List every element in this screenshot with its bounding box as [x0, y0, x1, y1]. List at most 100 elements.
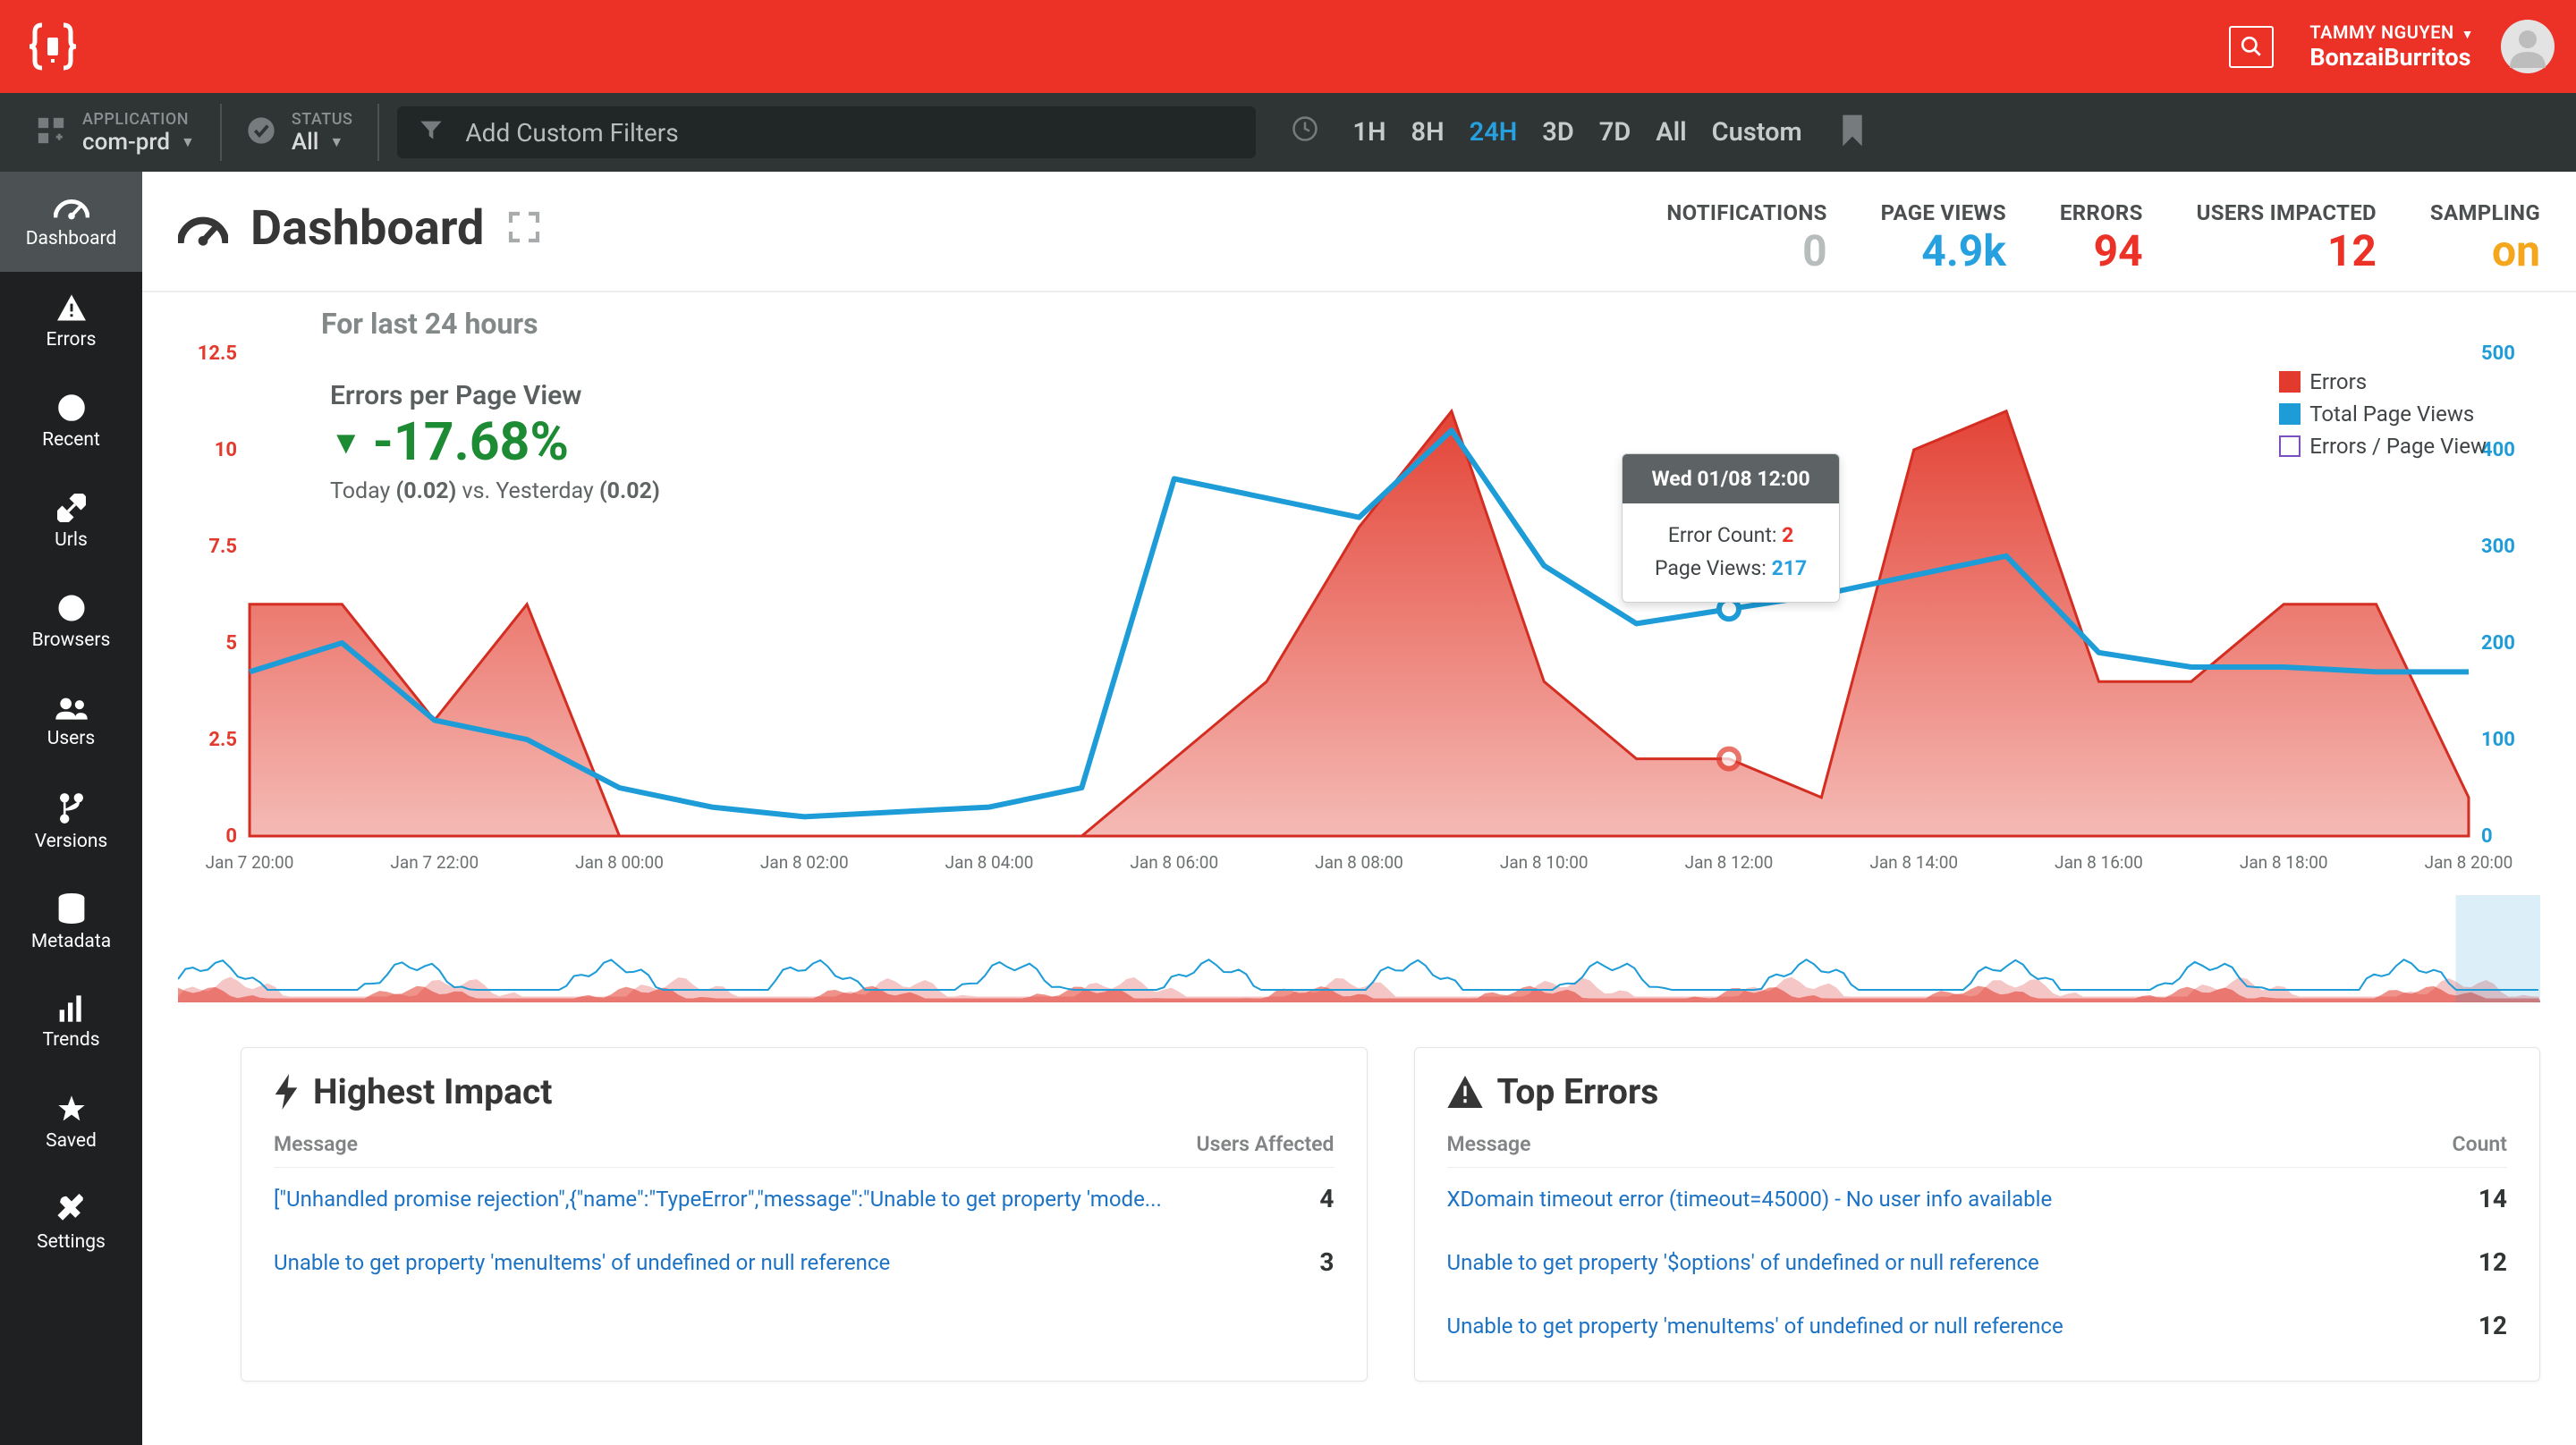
error-message-link[interactable]: Unable to get property 'menuItems' of un… — [1447, 1311, 2479, 1342]
user-menu[interactable]: TAMMY NGUYEN▼ BonzaiBurritos — [2309, 21, 2474, 72]
panel-title: Top Errors — [1497, 1071, 1659, 1112]
svg-text:100: 100 — [2481, 729, 2515, 751]
svg-text:Jan 8 06:00: Jan 8 06:00 — [1130, 852, 1218, 873]
users-icon — [55, 696, 89, 721]
svg-text:Jan 8 14:00: Jan 8 14:00 — [1869, 852, 1958, 873]
sidebar-item-trends[interactable]: Trends — [0, 973, 142, 1073]
warning-icon — [1447, 1076, 1483, 1108]
svg-text:0: 0 — [2481, 825, 2493, 848]
brush-chart[interactable] — [178, 895, 2540, 1002]
kpi-label: NOTIFICATIONS — [1666, 200, 1826, 225]
sidebar: Dashboard Errors Recent Urls Browsers Us… — [0, 172, 142, 1445]
range-8h[interactable]: 8H — [1411, 117, 1445, 148]
status-label: STATUS — [292, 110, 353, 129]
kpi-label: ERRORS — [2060, 200, 2143, 225]
sidebar-item-browsers[interactable]: Browsers — [0, 572, 142, 672]
kpi-page-views[interactable]: PAGE VIEWS 4.9k — [1881, 200, 2006, 276]
kpi-label: PAGE VIEWS — [1881, 200, 2006, 225]
sidebar-item-label: Versions — [35, 831, 108, 852]
expand-icon — [506, 209, 542, 245]
svg-text:Jan 8 12:00: Jan 8 12:00 — [1685, 852, 1774, 873]
range-24h[interactable]: 24H — [1470, 117, 1518, 148]
search-button[interactable] — [2229, 26, 2274, 68]
sidebar-item-settings[interactable]: Settings — [0, 1173, 142, 1273]
svg-text:5: 5 — [225, 632, 237, 655]
avatar[interactable] — [2501, 20, 2555, 73]
status-selector[interactable]: STATUS All ▼ — [222, 93, 378, 172]
search-icon — [2240, 35, 2263, 58]
status-value: All — [292, 129, 319, 156]
time-range-selector: 1H 8H 24H 3D 7D All Custom — [1274, 115, 1819, 149]
error-message-link[interactable]: Unable to get property '$options' of und… — [1447, 1247, 2479, 1279]
branch-icon — [60, 793, 83, 824]
custom-filter-placeholder: Add Custom Filters — [465, 118, 678, 148]
sidebar-item-label: Dashboard — [26, 228, 117, 249]
bookmark-button[interactable] — [1838, 113, 1867, 152]
sidebar-item-recent[interactable]: Recent — [0, 372, 142, 472]
sidebar-item-label: Users — [47, 728, 96, 749]
sidebar-item-users[interactable]: Users — [0, 672, 142, 773]
kpi-errors[interactable]: ERRORS 94 — [2060, 200, 2143, 276]
kpi-sampling[interactable]: SAMPLING on — [2430, 200, 2540, 276]
range-custom[interactable]: Custom — [1712, 117, 1802, 148]
chart-overlay-card: Errors per Page View ▼-17.68% Today (0.0… — [330, 380, 696, 504]
sidebar-item-errors[interactable]: Errors — [0, 272, 142, 372]
caret-down-icon: ▼ — [330, 424, 362, 461]
gauge-icon — [178, 210, 228, 248]
filter-icon — [419, 117, 444, 148]
kpi-label: SAMPLING — [2430, 200, 2540, 225]
sidebar-item-versions[interactable]: Versions — [0, 773, 142, 873]
panel-top-errors: Top Errors MessageCount XDomain timeout … — [1414, 1047, 2541, 1382]
error-message-link[interactable]: XDomain timeout error (timeout=45000) - … — [1447, 1184, 2479, 1215]
clock-icon — [1292, 115, 1318, 149]
bolt-icon — [274, 1074, 299, 1110]
col-message: Message — [274, 1132, 1197, 1156]
sidebar-item-urls[interactable]: Urls — [0, 472, 142, 572]
kpi-notifications[interactable]: NOTIFICATIONS 0 — [1666, 200, 1826, 276]
chevron-down-icon: ▼ — [329, 133, 343, 151]
org-label: BonzaiBurritos — [2309, 43, 2474, 72]
svg-text:200: 200 — [2481, 632, 2515, 655]
svg-text:Jan 8 18:00: Jan 8 18:00 — [2240, 852, 2328, 873]
page-title: Dashboard — [250, 200, 484, 257]
app-selector[interactable]: APPLICATION com-prd▼ — [11, 93, 220, 172]
range-3d[interactable]: 3D — [1542, 117, 1573, 148]
table-row: ["Unhandled promise rejection",{"name":"… — [274, 1168, 1335, 1231]
legend-pageviews: Total Page Views — [2309, 401, 2474, 427]
col-users-affected: Users Affected — [1197, 1132, 1335, 1156]
row-count: 14 — [2479, 1184, 2507, 1213]
svg-text:Jan 7 22:00: Jan 7 22:00 — [390, 852, 479, 873]
globe-icon — [57, 594, 86, 622]
range-7d[interactable]: 7D — [1599, 117, 1631, 148]
sidebar-item-metadata[interactable]: Metadata — [0, 873, 142, 973]
svg-text:Jan 8 08:00: Jan 8 08:00 — [1315, 852, 1403, 873]
sidebar-item-saved[interactable]: Saved — [0, 1073, 142, 1173]
sidebar-item-label: Metadata — [31, 931, 111, 952]
range-all[interactable]: All — [1656, 117, 1686, 148]
panel-title: Highest Impact — [313, 1071, 552, 1112]
kpi-value: 12 — [2197, 225, 2377, 276]
chevron-down-icon: ▼ — [2462, 28, 2474, 42]
kpi-value: 94 — [2060, 225, 2143, 276]
error-message-link[interactable]: Unable to get property 'menuItems' of un… — [274, 1247, 1319, 1279]
main-content: Dashboard NOTIFICATIONS 0 PAGE VIEWS 4.9… — [142, 172, 2576, 1445]
sidebar-item-dashboard[interactable]: Dashboard — [0, 172, 142, 272]
sidebar-item-label: Saved — [46, 1130, 97, 1152]
kpi-users-impacted[interactable]: USERS IMPACTED 12 — [2197, 200, 2377, 276]
table-row: XDomain timeout error (timeout=45000) - … — [1447, 1168, 2508, 1231]
main-chart[interactable]: 02.557.51012.50100200300400500Jan 7 20:0… — [178, 344, 2540, 881]
range-1h[interactable]: 1H — [1352, 117, 1385, 148]
gauge-icon — [54, 194, 89, 221]
warning-icon — [55, 293, 88, 322]
custom-filter-input[interactable]: Add Custom Filters — [397, 106, 1256, 158]
link-icon — [57, 494, 86, 522]
svg-text:Jan 8 10:00: Jan 8 10:00 — [1500, 852, 1589, 873]
svg-text:10: 10 — [215, 439, 237, 461]
svg-text:500: 500 — [2481, 344, 2515, 365]
bookmark-icon — [1838, 113, 1867, 148]
panel-highest-impact: Highest Impact MessageUsers Affected ["U… — [241, 1047, 1368, 1382]
error-message-link[interactable]: ["Unhandled promise rejection",{"name":"… — [274, 1184, 1319, 1215]
overlay-title: Errors per Page View — [330, 380, 660, 411]
chart-tooltip: Wed 01/08 12:00 Error Count: 2 Page View… — [1622, 453, 1840, 603]
expand-button[interactable] — [506, 209, 542, 249]
